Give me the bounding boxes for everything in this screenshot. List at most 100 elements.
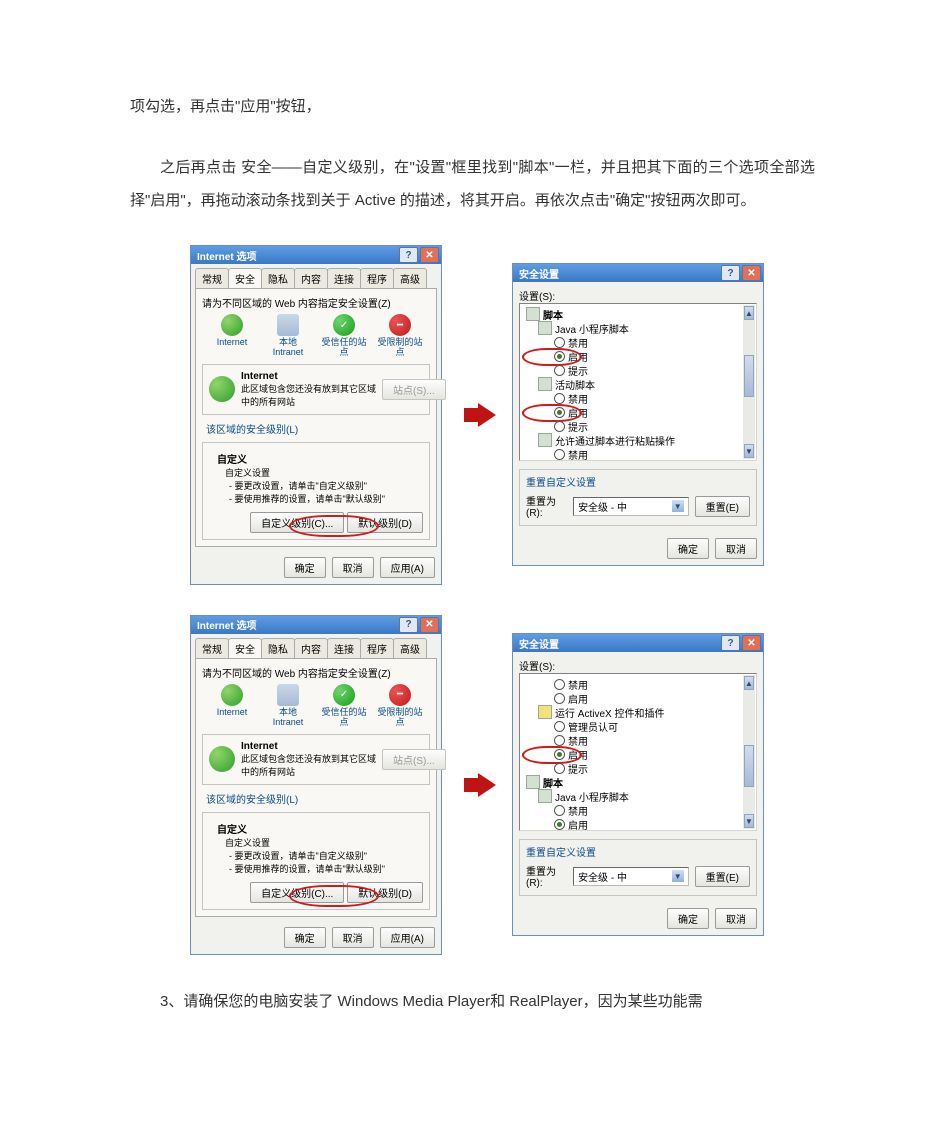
settings-tree[interactable]: 脚本 Java 小程序脚本 禁用 启用 提示 活动脚本 禁用 启用 提示 允许通… — [519, 303, 757, 461]
radio-prompt[interactable] — [554, 365, 565, 376]
ok-button[interactable]: 确定 — [667, 908, 709, 929]
help-button[interactable]: ? — [399, 617, 418, 633]
reset-button[interactable]: 重置(E) — [695, 496, 750, 517]
help-button[interactable]: ? — [399, 247, 418, 263]
scroll-up-icon[interactable]: ▲ — [744, 306, 754, 320]
radio-enable[interactable] — [554, 749, 565, 760]
ok-button[interactable]: 确定 — [284, 927, 326, 948]
radio-disable[interactable] — [554, 449, 565, 460]
zonebox-title: Internet — [241, 741, 278, 752]
tab-privacy[interactable]: 隐私 — [261, 268, 295, 288]
paste-script: 允许通过脚本进行粘贴操作 — [555, 433, 675, 448]
tab-advanced[interactable]: 高级 — [393, 638, 427, 658]
radio-disable[interactable] — [554, 337, 565, 348]
globe-icon — [221, 684, 243, 706]
radio-enable[interactable] — [554, 351, 565, 362]
radio-disable[interactable] — [554, 735, 565, 746]
globe-large-icon — [209, 746, 235, 772]
radio-admin[interactable] — [554, 721, 565, 732]
script-group: 脚本 — [543, 775, 563, 790]
titlebar: Internet 选项 ? ✕ — [191, 246, 441, 264]
help-button[interactable]: ? — [721, 265, 740, 281]
scroll-thumb[interactable] — [744, 355, 754, 397]
java-applet-icon — [538, 789, 552, 803]
zone-restricted[interactable]: ━受限制的站 点 — [376, 684, 424, 728]
zone-hint: 请为不同区域的 Web 内容指定安全设置(Z) — [202, 665, 430, 680]
scroll-thumb[interactable] — [744, 745, 754, 787]
cancel-button[interactable]: 取消 — [715, 908, 757, 929]
apply-button[interactable]: 应用(A) — [380, 557, 435, 578]
radio-enable[interactable] — [554, 693, 565, 704]
tab-advanced[interactable]: 高级 — [393, 268, 427, 288]
sites-button[interactable]: 站点(S)... — [382, 379, 446, 400]
reset-to-label: 重置为(R): — [526, 493, 567, 519]
tab-content[interactable]: 内容 — [294, 638, 328, 658]
reset-combo[interactable]: 安全级 - 中▼ — [573, 497, 689, 516]
settings-label: 设置(S): — [519, 288, 757, 303]
custom-level-button[interactable]: 自定义级别(C)... — [250, 882, 344, 903]
paste-script-icon — [538, 433, 552, 447]
radio-prompt[interactable] — [554, 763, 565, 774]
tab-connection[interactable]: 连接 — [327, 268, 361, 288]
chevron-down-icon: ▼ — [672, 500, 684, 512]
radio-disable[interactable] — [554, 679, 565, 690]
close-button[interactable]: ✕ — [420, 617, 439, 633]
cancel-button[interactable]: 取消 — [332, 927, 374, 948]
apply-button[interactable]: 应用(A) — [380, 927, 435, 948]
sites-button[interactable]: 站点(S)... — [382, 749, 446, 770]
restricted-icon: ━ — [389, 314, 411, 336]
internet-options-dialog-2: Internet 选项 ? ✕ 常规 安全 隐私 内容 连接 程序 高级 请为不… — [190, 615, 442, 955]
zone-trusted[interactable]: ✓受信任的站 点 — [320, 684, 368, 728]
tab-security[interactable]: 安全 — [228, 268, 262, 288]
tab-general[interactable]: 常规 — [195, 268, 229, 288]
radio-enable[interactable] — [554, 819, 565, 830]
run-activex: 运行 ActiveX 控件和插件 — [555, 705, 664, 720]
tab-connection[interactable]: 连接 — [327, 638, 361, 658]
restricted-icon: ━ — [389, 684, 411, 706]
zone-trusted[interactable]: ✓受信任的站 点 — [320, 314, 368, 358]
radio-disable[interactable] — [554, 805, 565, 816]
radio-disable[interactable] — [554, 393, 565, 404]
default-level-button[interactable]: 默认级别(D) — [347, 882, 423, 903]
scroll-down-icon[interactable]: ▼ — [744, 444, 754, 458]
tabs: 常规 安全 隐私 内容 连接 程序 高级 — [191, 264, 441, 288]
cancel-button[interactable]: 取消 — [332, 557, 374, 578]
tab-security[interactable]: 安全 — [228, 638, 262, 658]
scroll-down-icon[interactable]: ▼ — [744, 814, 754, 828]
tab-programs[interactable]: 程序 — [360, 638, 394, 658]
reset-button[interactable]: 重置(E) — [695, 866, 750, 887]
internet-options-dialog: Internet 选项 ? ✕ 常规 安全 隐私 内容 连接 程序 高级 请为不… — [190, 245, 442, 585]
java-applet-script: Java 小程序脚本 — [555, 321, 629, 336]
zone-internet[interactable]: Internet — [208, 684, 256, 728]
tab-content[interactable]: 内容 — [294, 268, 328, 288]
tab-general[interactable]: 常规 — [195, 638, 229, 658]
custom-line1: 自定义设置 — [225, 468, 270, 478]
reset-combo[interactable]: 安全级 - 中▼ — [573, 867, 689, 886]
default-level-button[interactable]: 默认级别(D) — [347, 512, 423, 533]
ok-button[interactable]: 确定 — [284, 557, 326, 578]
radio-prompt[interactable] — [554, 421, 565, 432]
zone-internet[interactable]: Internet — [208, 314, 256, 358]
zone-restricted[interactable]: ━受限制的站 点 — [376, 314, 424, 358]
settings-tree[interactable]: 禁用 启用 运行 ActiveX 控件和插件 管理员认可 禁用 启用 提示 脚本… — [519, 673, 757, 831]
dialog-title: Internet 选项 — [197, 248, 256, 263]
paragraph-2: 之后再点击 安全——自定义级别，在"设置"框里找到"脚本"一栏，并且把其下面的三… — [130, 151, 815, 217]
close-button[interactable]: ✕ — [420, 247, 439, 263]
scrollbar[interactable]: ▲ ▼ — [743, 675, 755, 829]
zone-intranet[interactable]: 本地 Intranet — [264, 314, 312, 358]
scrollbar[interactable]: ▲ ▼ — [743, 305, 755, 459]
active-script-icon — [538, 377, 552, 391]
close-button[interactable]: ✕ — [742, 635, 761, 651]
tab-programs[interactable]: 程序 — [360, 268, 394, 288]
radio-enable[interactable] — [554, 407, 565, 418]
ok-button[interactable]: 确定 — [667, 538, 709, 559]
cancel-button[interactable]: 取消 — [715, 538, 757, 559]
intranet-icon — [277, 314, 299, 336]
close-button[interactable]: ✕ — [742, 265, 761, 281]
zone-intranet[interactable]: 本地 Intranet — [264, 684, 312, 728]
scroll-up-icon[interactable]: ▲ — [744, 676, 754, 690]
tab-privacy[interactable]: 隐私 — [261, 638, 295, 658]
help-button[interactable]: ? — [721, 635, 740, 651]
script-group-icon — [526, 307, 540, 321]
custom-level-button[interactable]: 自定义级别(C)... — [250, 512, 344, 533]
